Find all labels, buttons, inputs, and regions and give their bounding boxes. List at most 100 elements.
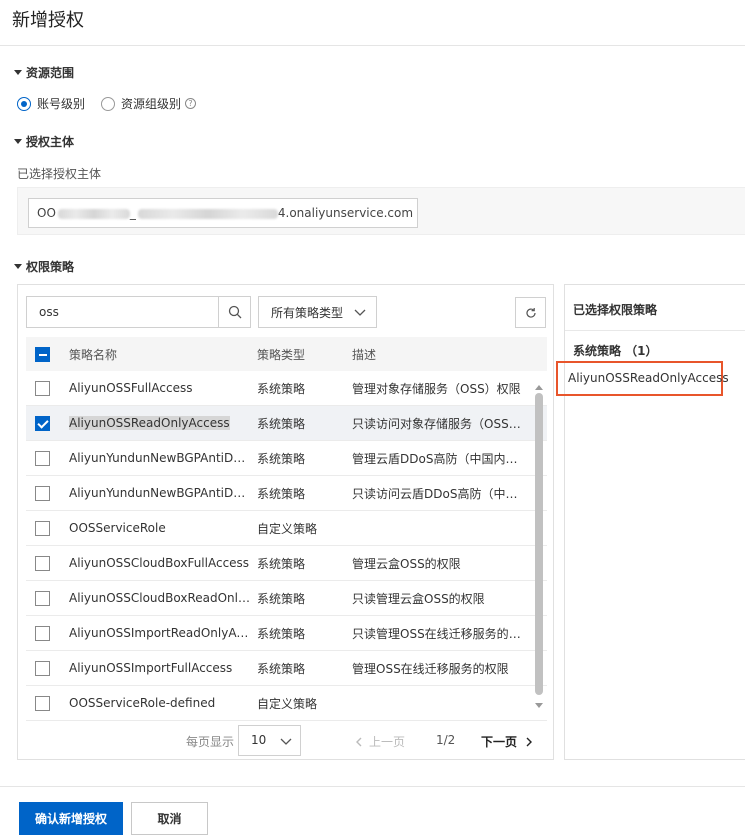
panel-divider: [565, 330, 745, 331]
radio-account-level[interactable]: [17, 96, 31, 111]
policy-type: 自定义策略: [257, 521, 318, 536]
selected-policies-title: 已选择权限策略: [573, 303, 658, 317]
caret-down-icon: [14, 139, 22, 144]
next-page-button[interactable]: 下一页: [481, 733, 533, 750]
policy-name-text: AliyunOSSImportReadOnlyAccess: [69, 626, 257, 640]
policy-name-text: AliyunYundunNewBGPAntiDDoSReadOnlyAccess: [69, 486, 257, 500]
row-checkbox[interactable]: [35, 415, 50, 431]
selected-policies-panel: 已选择权限策略 系统策略 （1） AliyunOSSReadOnlyAccess: [556, 284, 745, 760]
policy-name-text: AliyunOSSCloudBoxFullAccess: [69, 556, 250, 570]
row-checkbox[interactable]: [35, 625, 50, 641]
policy-search: [26, 296, 251, 328]
table-row[interactable]: OOSServiceRole-defined 自定义策略: [26, 686, 547, 721]
table-row[interactable]: AliyunOSSReadOnlyAccess 系统策略 只读访问对象存储服务（OS…: [26, 406, 547, 441]
next-page-label: 下一页: [481, 735, 518, 749]
policy-type: 自定义策略: [257, 696, 318, 711]
policy-name: AliyunOSSCloudBoxFullAccess: [69, 556, 257, 570]
row-checkbox[interactable]: [35, 555, 50, 571]
radio-resource-group-level[interactable]: [101, 96, 116, 111]
policy-type: 系统策略: [257, 591, 306, 606]
policy-type: 系统策略: [257, 451, 306, 466]
policy-search-input[interactable]: [27, 297, 217, 327]
policy-description: 管理OSS在线迁移服务的权限: [352, 661, 509, 676]
caret-down-icon: [14, 264, 22, 269]
policy-name-text: AliyunOSSFullAccess: [69, 381, 193, 395]
page-size-value: 10: [251, 733, 267, 747]
scroll-down-arrow-icon[interactable]: [535, 703, 543, 708]
redacted-text: [57, 208, 130, 219]
policy-name-text: OOSServiceRole: [69, 521, 166, 535]
policy-type: 系统策略: [257, 556, 306, 571]
selected-policy-item[interactable]: AliyunOSSReadOnlyAccess: [556, 361, 729, 396]
column-header-type: 策略类型: [257, 347, 306, 362]
radio-resource-group-level-label[interactable]: 资源组级别: [121, 95, 181, 112]
policy-name: OOSServiceRole-defined: [69, 696, 257, 710]
page-size-select[interactable]: 10: [238, 725, 301, 756]
policy-table: 策略名称 策略类型 描述 AliyunOSSFullAccess 系统策略 管理对象…: [26, 337, 547, 721]
policy-description: 只读访问对象存储服务（OSS）权限: [352, 416, 522, 431]
page-size-label: 每页显示: [186, 735, 235, 749]
policy-name: AliyunYundunNewBGPAntiDDoSReadOnlyAccess: [69, 486, 257, 500]
policy-name: AliyunOSSImportFullAccess: [69, 661, 257, 675]
confirm-add-authorization-button[interactable]: 确认新增授权: [19, 802, 123, 835]
policy-description: 只读管理云盒OSS的权限: [352, 591, 485, 606]
policy-description: 管理对象存储服务（OSS）权限: [352, 381, 521, 396]
row-checkbox[interactable]: [35, 590, 50, 606]
policy-type-select[interactable]: 所有策略类型: [258, 296, 377, 328]
table-body: AliyunOSSFullAccess 系统策略 管理对象存储服务（OSS）权限 Al…: [26, 371, 547, 721]
policy-type: 系统策略: [257, 416, 306, 431]
row-checkbox[interactable]: [35, 450, 50, 466]
prev-page-button[interactable]: 上一页: [355, 733, 405, 750]
principal-section-header[interactable]: 授权主体: [14, 133, 74, 150]
policy-type-select-value: 所有策略类型: [271, 305, 344, 320]
policy-name: OOSServiceRole: [69, 521, 257, 535]
prev-page-label: 上一页: [369, 735, 406, 749]
scroll-thumb[interactable]: [535, 393, 543, 695]
selected-principal-label: 已选择授权主体: [17, 167, 102, 181]
policies-section-header[interactable]: 权限策略: [14, 258, 74, 275]
resource-scope-options: 账号级别 资源组级别 ?: [17, 95, 197, 112]
search-icon: [228, 305, 241, 319]
table-row[interactable]: AliyunYundunNewBGPAntiDDoSFullAccess系统策略…: [26, 441, 547, 476]
page-indicator: 1/2: [436, 733, 456, 747]
radio-account-level-label[interactable]: 账号级别: [37, 95, 85, 112]
refresh-button[interactable]: [515, 297, 546, 328]
table-row[interactable]: AliyunOSSFullAccess 系统策略 管理对象存储服务（OSS）权限: [26, 371, 547, 406]
policy-name-text: AliyunOSSImportFullAccess: [69, 661, 233, 675]
scroll-up-arrow-icon[interactable]: [535, 385, 543, 390]
row-checkbox[interactable]: [35, 520, 50, 536]
table-row[interactable]: OOSServiceRole 自定义策略: [26, 511, 547, 546]
policy-name-text: AliyunOSSCloudBoxReadOnlyAccess: [69, 591, 257, 605]
table-header: 策略名称 策略类型 描述: [26, 337, 547, 371]
row-checkbox[interactable]: [35, 485, 50, 501]
row-checkbox[interactable]: [35, 660, 50, 676]
table-scrollbar[interactable]: [534, 385, 544, 715]
policy-description: 只读管理OSS在线迁移服务的权限: [352, 626, 522, 641]
policy-name-text: OOSServiceRole-defined: [69, 696, 216, 710]
policy-description: 只读访问云盾DDoS高防（中国内地）的权限: [352, 486, 522, 501]
help-icon[interactable]: ?: [185, 98, 197, 109]
policy-name-text: AliyunOSSReadOnlyAccess: [69, 416, 230, 430]
principal-container: OO _ 4.onaliyunservice.com: [17, 187, 745, 235]
table-row[interactable]: AliyunOSSImportFullAccess 系统策略 管理OSS在线迁移服务…: [26, 651, 547, 686]
pagination: 每页显示 10 上一页 1/2 下一页: [18, 722, 555, 758]
policy-list-panel: 所有策略类型 策略名称 策略类型 描述 AliyunOSSFullAccess 系…: [17, 284, 554, 760]
resource-scope-heading: 资源范围: [26, 66, 75, 80]
table-row[interactable]: AliyunOSSImportReadOnlyAccess 系统策略 只读管理OSS…: [26, 616, 547, 651]
table-row[interactable]: AliyunYundunNewBGPAntiDDoSReadOnlyAccess…: [26, 476, 547, 511]
table-row[interactable]: AliyunOSSCloudBoxFullAccess 系统策略 管理云盒OSS的权…: [26, 546, 547, 581]
select-all-checkbox[interactable]: [35, 346, 50, 362]
chevron-down-icon: [354, 309, 366, 316]
row-checkbox[interactable]: [35, 380, 50, 396]
caret-down-icon: [14, 70, 22, 75]
resource-scope-section-header[interactable]: 资源范围: [14, 64, 74, 81]
row-checkbox[interactable]: [35, 695, 50, 711]
column-header-desc: 描述: [352, 347, 377, 362]
cancel-button[interactable]: 取消: [131, 802, 208, 835]
policy-name: AliyunOSSCloudBoxReadOnlyAccess: [69, 591, 257, 605]
policy-name: AliyunOSSReadOnlyAccess: [69, 416, 257, 430]
principal-input[interactable]: OO _ 4.onaliyunservice.com: [28, 198, 418, 228]
table-row[interactable]: AliyunOSSCloudBoxReadOnlyAccess系统策略 只读管理云…: [26, 581, 547, 616]
column-header-name: 策略名称: [69, 347, 118, 362]
search-button[interactable]: [218, 297, 250, 327]
